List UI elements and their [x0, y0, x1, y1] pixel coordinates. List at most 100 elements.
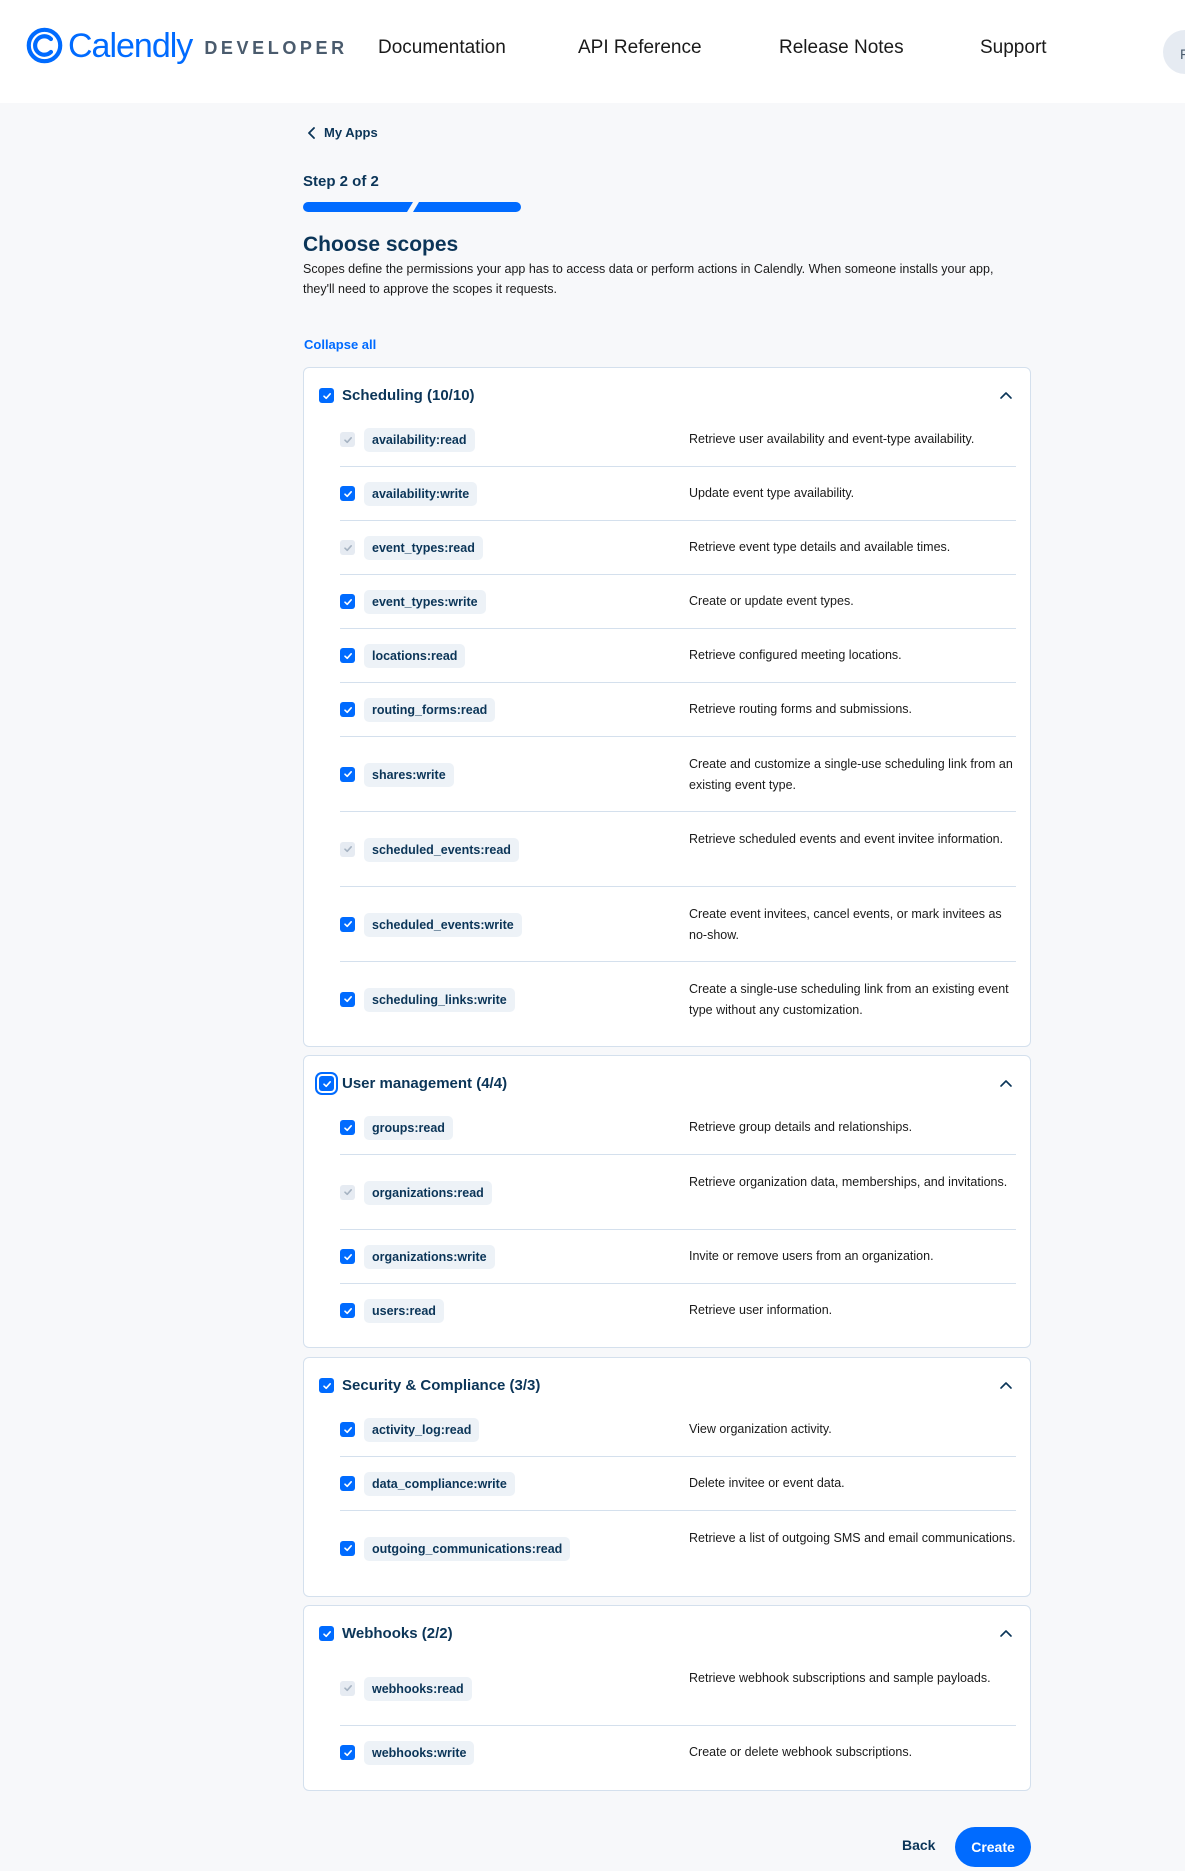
scope-checkbox[interactable] [340, 1540, 355, 1556]
scope-description: Create event invitees, cancel events, or… [689, 906, 1002, 942]
scope-description: Retrieve event type details and availabl… [689, 540, 951, 554]
chevron-up-icon[interactable] [999, 1078, 1013, 1088]
scope-name: webhooks:read [364, 1676, 472, 1701]
scope-row: event_types:read Retrieve event type deta… [340, 521, 1016, 575]
page-description: Scopes define the permissions your app h… [303, 262, 994, 296]
section-checkbox[interactable] [319, 1378, 334, 1393]
section-header: User management (4/4) [319, 1075, 507, 1092]
scope-row: locations:read Retrieve configured meetin… [340, 629, 1016, 683]
scope-row: routing_forms:read Retrieve routing forms… [340, 683, 1016, 737]
scope-row: event_types:write Create or update event … [340, 575, 1016, 629]
chevron-up-icon[interactable] [999, 1628, 1013, 1638]
chevron-up-icon[interactable] [999, 1380, 1013, 1390]
scope-checkbox[interactable] [340, 1476, 355, 1491]
scope-name: locations:read [364, 644, 466, 668]
scope-name: groups:read [364, 1116, 453, 1140]
scope-row: scheduling_links:write Create a single-us… [340, 962, 1016, 1037]
top-navigation-bar: Calendly DEVELOPER Documentation API Ref… [0, 0, 1185, 103]
page-title: Choose scopes [303, 233, 459, 256]
scope-row: activity_log:read View organization activ… [340, 1403, 1016, 1457]
scope-row: availability:read Retrieve user availabil… [340, 413, 1016, 467]
section-title: Scheduling (10/10) [342, 387, 475, 404]
scope-description: Retrieve user availability and event-typ… [689, 432, 975, 446]
section-checkbox[interactable] [319, 1626, 334, 1641]
section-checkbox[interactable] [319, 388, 334, 403]
checkmark-icon [343, 1189, 352, 1196]
scope-description: Retrieve a list of outgoing SMS and emai… [689, 1530, 1016, 1545]
scope-description: Create a single-use scheduling link from… [689, 981, 1009, 1017]
section-header: Scheduling (10/10) [319, 387, 475, 404]
scope-name: availability:read [364, 428, 475, 452]
nav-api-reference[interactable]: API Reference [578, 37, 702, 59]
scope-description: Retrieve group details and relationships… [689, 1120, 913, 1134]
checkmark-icon [343, 436, 352, 443]
scope-checkbox[interactable] [340, 1422, 355, 1437]
scope-name: scheduled_events:write [364, 912, 522, 937]
scope-description: Delete invitee or event data. [689, 1476, 845, 1490]
scope-row: scheduled_events:read Retrieve scheduled … [340, 812, 1016, 887]
checkmark-icon [343, 1124, 352, 1131]
scope-name: data_compliance:write [364, 1472, 515, 1496]
checkmark-icon [343, 490, 352, 497]
scope-checkbox[interactable] [340, 702, 355, 717]
scope-checkbox[interactable] [340, 1303, 355, 1318]
scope-name: scheduled_events:read [364, 837, 519, 862]
scope-row: scheduled_events:write Create event invit… [340, 887, 1016, 962]
scope-checkbox[interactable] [340, 766, 355, 782]
scope-row: data_compliance:write Delete invitee or e… [340, 1457, 1016, 1511]
scope-name: organizations:write [364, 1245, 495, 1269]
scope-checkbox[interactable] [340, 1745, 355, 1760]
scope-description: Retrieve scheduled events and event invi… [689, 831, 1004, 846]
scope-checkbox[interactable] [340, 991, 355, 1007]
calendly-developer-logo[interactable]: Calendly DEVELOPER [26, 27, 348, 64]
section-checkbox[interactable] [319, 1076, 334, 1091]
checkmark-icon [343, 1426, 352, 1433]
brand-name: Calendly [68, 26, 193, 65]
scope-description: Retrieve routing forms and submissions. [689, 702, 913, 716]
checkmark-icon [343, 846, 352, 853]
scope-checkbox[interactable] [340, 1249, 355, 1264]
section-title: Security & Compliance (3/3) [342, 1377, 541, 1394]
step-progress-bar [303, 202, 521, 212]
user-avatar[interactable]: F [1163, 30, 1185, 74]
checkmark-icon [343, 1749, 352, 1756]
scope-checkbox[interactable] [340, 916, 355, 932]
nav-support[interactable]: Support [980, 37, 1047, 59]
checkmark-icon [343, 706, 352, 713]
scope-checkbox[interactable] [340, 1120, 355, 1135]
checkmark-icon [322, 1382, 331, 1389]
nav-release-notes[interactable]: Release Notes [779, 37, 904, 59]
create-button[interactable]: Create [955, 1827, 1031, 1867]
checkmark-icon [343, 771, 352, 778]
checkmark-icon [343, 652, 352, 659]
scope-row: organizations:read Retrieve organization … [340, 1155, 1016, 1230]
scope-description: Create or delete webhook subscriptions. [689, 1745, 913, 1759]
back-link-label: My Apps [324, 125, 378, 140]
scope-description: Invite or remove users from an organizat… [689, 1249, 934, 1263]
scope-row: groups:read Retrieve group details and re… [340, 1101, 1016, 1155]
scope-checkbox[interactable] [340, 486, 355, 501]
scope-name: event_types:write [364, 590, 486, 614]
scope-section: User management (4/4) groups:read Retrieve… [303, 1055, 1031, 1348]
scope-description: Update event type availability. [689, 486, 855, 500]
checkmark-icon [343, 996, 352, 1003]
scope-row: availability:write Update event type avai… [340, 467, 1016, 521]
checkmark-icon [343, 1253, 352, 1260]
nav-documentation[interactable]: Documentation [378, 37, 506, 59]
step-indicator: Step 2 of 2 [303, 173, 379, 190]
scope-checkbox[interactable] [340, 594, 355, 609]
back-to-my-apps-link[interactable]: My Apps [306, 125, 378, 140]
section-title: User management (4/4) [342, 1075, 508, 1092]
checkmark-icon [322, 392, 331, 399]
calendly-logo-icon [26, 27, 63, 64]
scope-checkbox[interactable] [340, 648, 355, 663]
scope-checkbox [340, 1680, 355, 1696]
scope-section: Security & Compliance (3/3) activity_log:… [303, 1357, 1031, 1597]
scope-name: availability:write [364, 482, 478, 506]
chevron-up-icon[interactable] [999, 390, 1013, 400]
scope-description: Create or update event types. [689, 594, 854, 608]
scope-description: Retrieve webhook subscriptions and sampl… [689, 1670, 991, 1685]
collapse-all-button[interactable]: Collapse all [304, 337, 376, 352]
scope-name: event_types:read [364, 536, 483, 560]
back-button[interactable]: Back [902, 1837, 935, 1853]
